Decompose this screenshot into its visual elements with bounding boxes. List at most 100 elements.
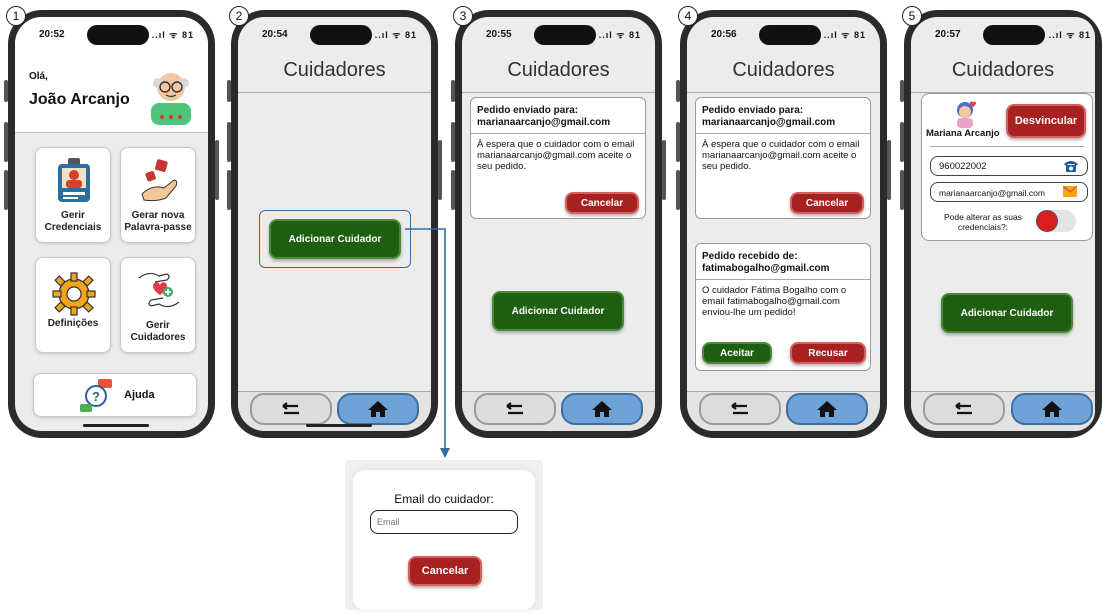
tile-settings[interactable]: Definições (35, 257, 111, 353)
home-icon (368, 401, 388, 417)
status-time: 20:55 (486, 29, 512, 40)
back-button[interactable] (474, 393, 556, 425)
dynamic-island (310, 25, 372, 45)
avatar-icon[interactable] (146, 63, 196, 125)
status-icons: ..ıl ᯤ 81 (374, 30, 417, 40)
add-caregiver-button[interactable]: Adicionar Cuidador (492, 291, 624, 331)
status-bar: 20:55 ..ıl ᯤ 81 (462, 17, 655, 49)
svg-text:?: ? (92, 389, 100, 404)
back-arrow-icon (282, 402, 299, 415)
back-arrow-icon (506, 402, 523, 415)
page-title: Cuidadores (911, 59, 1095, 93)
tile-label: Gerar nova Palavra-passe (124, 210, 192, 233)
home-button[interactable] (561, 393, 643, 425)
back-arrow-icon (731, 402, 748, 415)
help-button[interactable]: ? Ajuda (33, 373, 197, 417)
dynamic-island (87, 25, 149, 45)
help-bubbles-icon: ? (80, 379, 112, 412)
home-icon (817, 401, 837, 417)
status-icons: ..ıl ᯤ 81 (151, 30, 194, 40)
card-header: Pedido recebido de: fatimabogalho@gmail.… (696, 244, 870, 280)
status-icons: ..ıl ᯤ 81 (1048, 30, 1091, 40)
phone-screen-4: 4 20:56 ..ıl ᯤ 81 Cuidadores Pedido envi… (676, 6, 891, 438)
permission-toggle[interactable] (1036, 210, 1076, 232)
status-time: 20:52 (39, 29, 65, 40)
tile-label: Gerir Credenciais (44, 210, 102, 233)
caregiver-avatar-icon (957, 101, 976, 128)
tile-manage-caregivers[interactable]: Gerir Cuidadores (120, 257, 196, 353)
email-field[interactable]: marianaarcanjo@gmail.com (930, 182, 1088, 202)
step-badge: 5 (902, 6, 922, 26)
card-header: Pedido enviado para: marianaarcanjo@gmai… (696, 98, 870, 134)
status-bar: 20:54 ..ıl ᯤ 81 (238, 17, 431, 49)
back-arrow-icon (955, 402, 972, 415)
phone-field[interactable]: 960022002 (930, 156, 1088, 176)
status-bar: 20:56 ..ıl ᯤ 81 (687, 17, 880, 49)
status-time: 20:57 (935, 29, 961, 40)
status-icons: ..ıl ᯤ 81 (598, 30, 641, 40)
back-button[interactable] (699, 393, 781, 425)
step-badge: 4 (678, 6, 698, 26)
user-name: João Arcanjo (29, 91, 130, 108)
home-button[interactable] (1011, 393, 1093, 425)
step-badge: 1 (6, 6, 26, 26)
cancel-button[interactable]: Cancelar (408, 556, 482, 586)
unlink-button[interactable]: Desvincular (1006, 104, 1086, 138)
id-badge-icon (58, 158, 90, 202)
status-bar: 20:52 ..ıl ᯤ 81 (15, 17, 208, 49)
bottom-nav (911, 391, 1095, 431)
accept-button[interactable]: Aceitar (702, 342, 772, 364)
home-icon (1042, 401, 1062, 417)
header: Olá, João Arcanjo (15, 49, 208, 133)
gear-icon (52, 272, 96, 316)
home-button[interactable] (786, 393, 868, 425)
received-request-card: Pedido recebido de: fatimabogalho@gmail.… (695, 243, 871, 371)
sent-request-card: Pedido enviado para: marianaarcanjo@gmai… (470, 97, 646, 219)
cancel-request-button[interactable]: Cancelar (565, 192, 639, 214)
help-label: Ajuda (124, 389, 155, 401)
add-caregiver-popup: Email do cuidador: Cancelar (345, 460, 543, 610)
card-body: O cuidador Fátima Bogalho com o email fa… (702, 285, 847, 318)
dynamic-island (983, 25, 1045, 45)
back-button[interactable] (923, 393, 1005, 425)
add-caregiver-button[interactable]: Adicionar Cuidador (269, 219, 401, 259)
home-indicator (83, 424, 149, 427)
home-indicator (306, 424, 372, 427)
bottom-nav (687, 391, 880, 431)
phone-value: 960022002 (939, 161, 987, 172)
status-icons: ..ıl ᯤ 81 (823, 30, 866, 40)
step-badge: 2 (229, 6, 249, 26)
caregiver-email-input[interactable] (370, 510, 518, 534)
greeting: Olá, (29, 71, 48, 82)
cancel-request-button[interactable]: Cancelar (790, 192, 864, 214)
caregiver-card: Mariana Arcanjo Desvincular 960022002 ma… (921, 93, 1093, 241)
phone-screen-3: 3 20:55 ..ıl ᯤ 81 Cuidadores Pedido envi… (451, 6, 666, 438)
card-body: À espera que o cuidador com o email mari… (477, 139, 635, 172)
reject-button[interactable]: Recusar (790, 342, 866, 364)
popup-label: Email do cuidador: (394, 492, 494, 506)
caregiver-hands-icon (138, 272, 180, 308)
dice-hand-icon (141, 159, 178, 202)
back-button[interactable] (250, 393, 332, 425)
tile-label: Definições (47, 318, 99, 329)
tile-manage-credentials[interactable]: Gerir Credenciais (35, 147, 111, 243)
sent-request-card: Pedido enviado para: marianaarcanjo@gmai… (695, 97, 871, 219)
page-title: Cuidadores (687, 59, 880, 93)
step-badge: 3 (453, 6, 473, 26)
phone-screen-1: 1 20:52 ..ıl ᯤ 81 Olá, João Arcanjo Geri… (4, 6, 219, 438)
page-title: Cuidadores (462, 59, 655, 93)
dynamic-island (759, 25, 821, 45)
email-value: marianaarcanjo@gmail.com (939, 188, 1045, 198)
status-bar: 20:57 ..ıl ᯤ 81 (911, 17, 1095, 49)
card-divider (930, 146, 1084, 147)
home-icon (592, 401, 612, 417)
tile-generate-password[interactable]: Gerar nova Palavra-passe (120, 147, 196, 243)
page-title: Cuidadores (238, 59, 431, 93)
mail-icon (1063, 186, 1077, 197)
toggle-knob (1036, 210, 1058, 232)
phone-screen-5: 5 20:57 ..ıl ᯤ 81 Cuidadores Mariana Arc… (900, 6, 1102, 438)
add-caregiver-button[interactable]: Adicionar Cuidador (941, 293, 1073, 333)
bottom-nav (462, 391, 655, 431)
tile-label: Gerir Cuidadores (130, 320, 186, 343)
card-header: Pedido enviado para: marianaarcanjo@gmai… (471, 98, 645, 134)
